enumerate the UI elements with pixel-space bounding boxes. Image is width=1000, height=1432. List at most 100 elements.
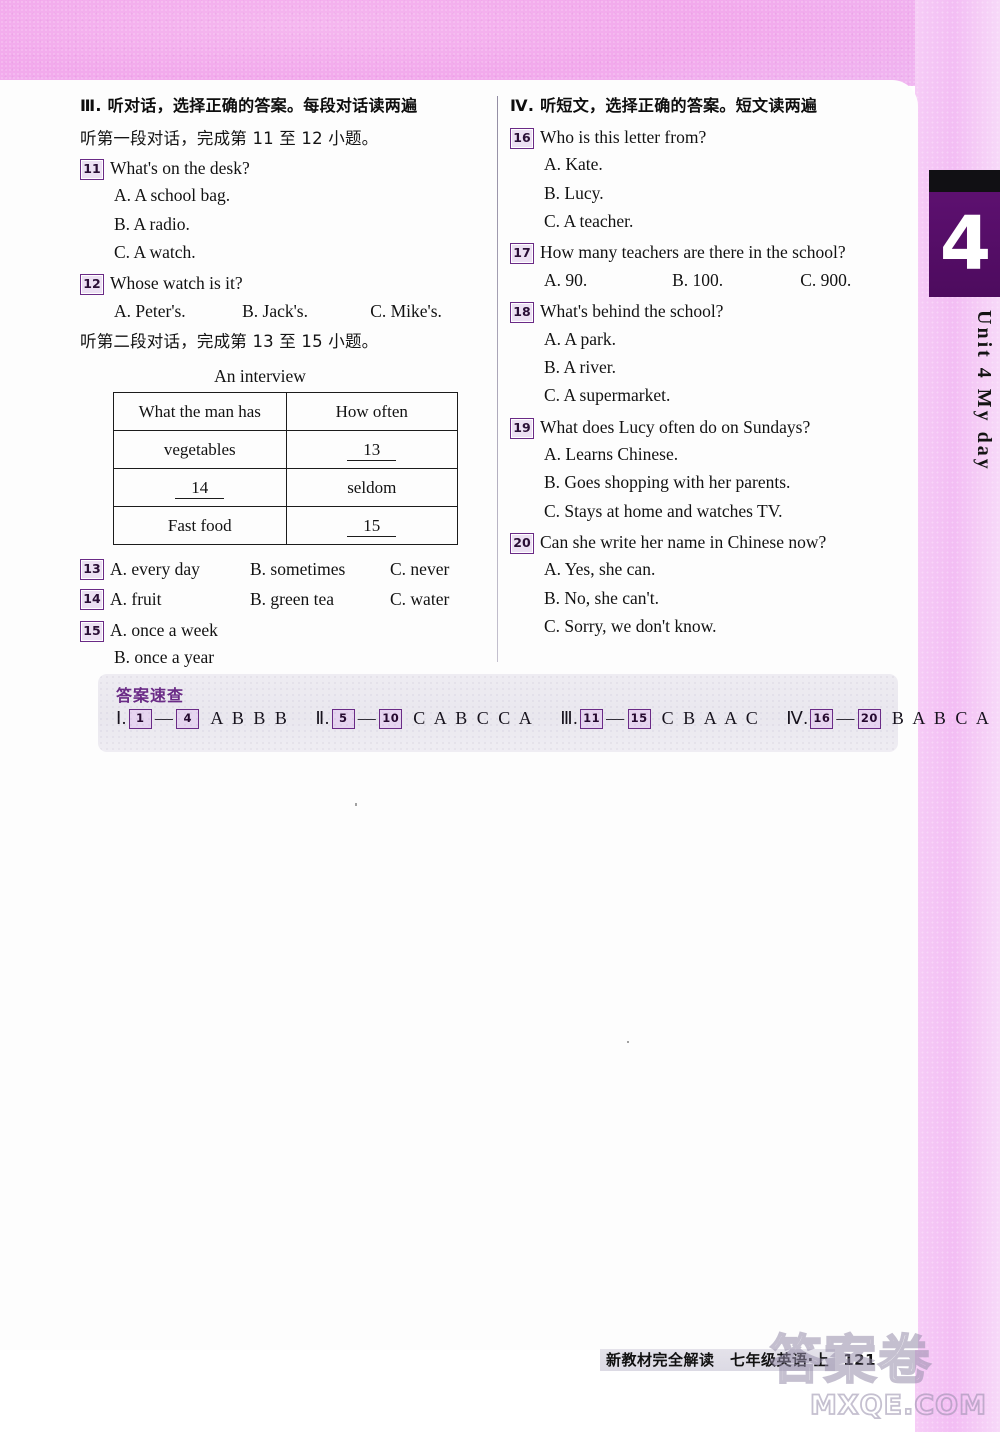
- option-b[interactable]: B. 100.: [672, 266, 800, 294]
- answer-group: Ⅱ. 5 — 10 C A B C C A: [315, 708, 534, 729]
- question-text: What does Lucy often do on Sundays?: [540, 416, 811, 437]
- table-row: vegetables 13: [113, 430, 458, 470]
- question-number-badge: 11: [80, 159, 104, 180]
- footer-book-title: 新教材完全解读 七年级英语·上: [600, 1349, 836, 1371]
- option-a[interactable]: A. every day: [110, 556, 250, 582]
- option-c[interactable]: C. Sorry, we don't know.: [544, 612, 910, 640]
- answer-range-start: 1: [128, 708, 152, 729]
- answer-roman: Ⅲ.: [560, 708, 579, 728]
- question-number-badge: 18: [510, 302, 534, 324]
- question-17: 17 How many teachers are there in the sc…: [510, 240, 910, 265]
- option-a[interactable]: A. A school bag.: [114, 181, 480, 209]
- option-c[interactable]: C. Stays at home and watches TV.: [544, 497, 910, 525]
- option-c[interactable]: C. water: [390, 586, 449, 612]
- question-text: Who is this letter from?: [540, 127, 707, 147]
- answer-range-dash: —: [357, 708, 377, 728]
- option-a[interactable]: A. Kate.: [544, 150, 910, 178]
- section-heading-3: Ⅲ. 听对话，选择正确的答案。每段对话读两遍: [80, 96, 418, 115]
- answer-range-end: 15: [627, 708, 651, 729]
- option-a[interactable]: A. once a week: [110, 618, 480, 643]
- unit-index-tab: 4 Unit 4 My day: [915, 170, 1000, 620]
- table-row: Fast food 15: [113, 506, 458, 546]
- question-18: 18 What's behind the school?: [510, 299, 910, 324]
- option-a[interactable]: A. 90.: [544, 266, 672, 294]
- table-cell-blank: 13: [285, 430, 458, 470]
- answer-letters: A B B B: [210, 708, 290, 728]
- option-c[interactable]: C. A supermarket.: [544, 381, 910, 409]
- question-number-badge: 20: [510, 532, 534, 554]
- top-decorative-band: [0, 0, 1000, 86]
- question-number-badge: 12: [80, 274, 104, 296]
- answer-range-end: 20: [857, 708, 881, 729]
- answer-range-dash: —: [606, 708, 625, 728]
- question-19: 19 What does Lucy often do on Sundays?: [510, 415, 910, 440]
- scan-artifact: [355, 803, 357, 806]
- option-b[interactable]: B. A river.: [544, 353, 910, 381]
- option-b[interactable]: B. Jack's.: [242, 297, 370, 325]
- question-text: Can she write her name in Chinese now?: [540, 531, 827, 552]
- option-b[interactable]: B. once a year: [114, 643, 480, 671]
- answer-range-start: 16: [810, 708, 834, 729]
- option-c[interactable]: C. A teacher.: [544, 207, 910, 235]
- table-title: An interview: [214, 366, 306, 387]
- answer-range-end: 4: [176, 708, 200, 729]
- page-root: 4 Unit 4 My day Ⅲ. 听对话，选择正确的答案。每段对话读两遍 听…: [0, 0, 1000, 1432]
- question-number-badge: 16: [510, 128, 534, 149]
- table-cell-blank: 15: [285, 506, 458, 546]
- answer-roman: Ⅳ.: [786, 708, 809, 728]
- option-b[interactable]: B. sometimes: [250, 556, 390, 582]
- question-number-badge: 17: [510, 243, 534, 265]
- answer-group: Ⅲ. 11 — 15 C B A A C: [560, 708, 760, 729]
- question-12: 12 Whose watch is it?: [80, 271, 480, 296]
- answer-key-line: Ⅰ. 1 — 4 A B B B Ⅱ. 5 — 10 C A B C C A Ⅲ…: [116, 708, 989, 729]
- answer-range-dash: —: [154, 708, 174, 728]
- options-inline-17: A. 90. B. 100. C. 900.: [544, 266, 910, 294]
- table-header-cell: How often: [285, 392, 458, 432]
- option-c[interactable]: C. 900.: [800, 266, 910, 294]
- answer-letters: C B A A C: [661, 708, 761, 728]
- option-b[interactable]: B. Goes shopping with her parents.: [544, 468, 910, 496]
- answer-key-box: 答案速查 Ⅰ. 1 — 4 A B B B Ⅱ. 5 — 10 C A B C …: [98, 674, 989, 752]
- blank-answer[interactable]: 15: [347, 515, 397, 537]
- question-number-badge: 15: [80, 620, 104, 642]
- question-number-badge: 19: [510, 417, 534, 439]
- page-footer: 新教材完全解读 七年级英语·上 121: [600, 1349, 877, 1371]
- blank-answer[interactable]: 13: [347, 439, 397, 461]
- answer-letters: B A B C A: [891, 708, 992, 728]
- answer-range-dash: —: [836, 708, 855, 728]
- table-cell: vegetables: [113, 430, 287, 470]
- interview-table: What the man has How often vegetables 13…: [113, 392, 458, 546]
- answer-roman: Ⅱ.: [315, 708, 330, 728]
- option-a[interactable]: A. A park.: [544, 325, 910, 353]
- right-column: Ⅳ. 听短文，选择正确的答案。短文读两遍 16 Who is this lett…: [510, 92, 910, 640]
- table-row: 14 seldom: [113, 468, 458, 508]
- question-16: 16 Who is this letter from?: [510, 125, 910, 150]
- blank-answer[interactable]: 14: [175, 477, 225, 499]
- option-b[interactable]: B. Lucy.: [544, 179, 910, 207]
- option-a[interactable]: A. Peter's.: [114, 297, 242, 325]
- question-13: 13 A. every day B. sometimes C. never: [80, 556, 480, 582]
- footer-page-number: 121: [843, 1351, 877, 1369]
- option-a[interactable]: A. fruit: [110, 586, 250, 612]
- table-header-row: What the man has How often: [113, 392, 458, 432]
- answer-letters: C A B C C A: [413, 708, 535, 728]
- answer-group: Ⅳ. 16 — 20 B A B C A: [786, 708, 991, 729]
- table-cell: Fast food: [113, 506, 287, 546]
- question-text: What's behind the school?: [540, 301, 724, 322]
- option-b[interactable]: B. green tea: [250, 586, 390, 612]
- option-b[interactable]: B. No, she can't.: [544, 584, 910, 612]
- option-a[interactable]: A. Learns Chinese.: [544, 440, 910, 468]
- question-11: 11 What's on the desk?: [80, 156, 480, 181]
- option-b[interactable]: B. A radio.: [114, 210, 480, 238]
- option-c[interactable]: C. A watch.: [114, 238, 480, 266]
- option-a[interactable]: A. Yes, she can.: [544, 555, 910, 583]
- question-number-badge: 14: [80, 589, 104, 611]
- option-c[interactable]: C. Mike's.: [370, 297, 480, 325]
- option-c[interactable]: C. never: [390, 556, 449, 582]
- answer-range-end: 10: [379, 708, 403, 729]
- answer-range-start: 11: [580, 708, 604, 729]
- question-15: 15 A. once a week: [80, 618, 480, 643]
- options-inline-12: A. Peter's. B. Jack's. C. Mike's.: [114, 297, 480, 325]
- answer-group: Ⅰ. 1 — 4 A B B B: [116, 708, 289, 729]
- question-text: How many teachers are there in the schoo…: [540, 242, 846, 263]
